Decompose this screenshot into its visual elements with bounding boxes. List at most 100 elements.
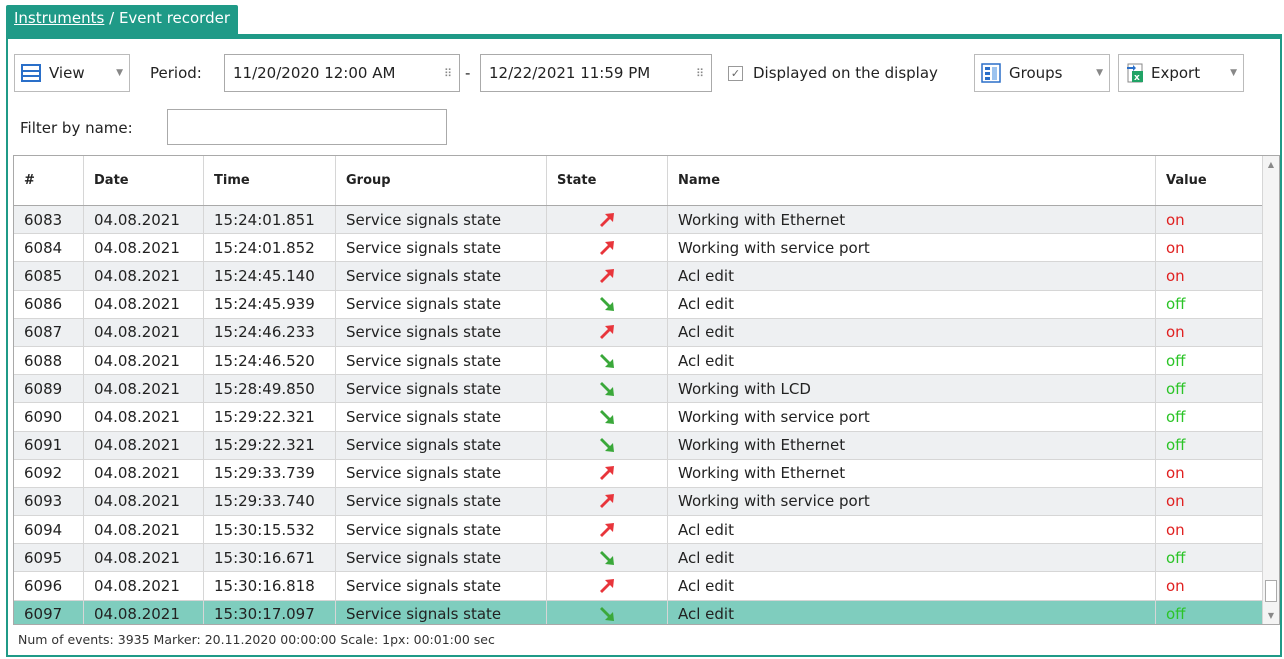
table-row[interactable]: 6095 04.08.2021 15:30:16.671 Service signal…: [14, 544, 1279, 573]
arrow-down-right-icon: [600, 607, 614, 622]
period-to-field[interactable]: 12/22/2021 11:59 PM ⠿: [480, 54, 712, 92]
scroll-up-icon[interactable]: ▲: [1263, 156, 1279, 173]
status-bar: Num of events: 3935 Marker: 20.11.2020 0…: [18, 632, 495, 647]
view-button-label: View: [49, 64, 85, 82]
vertical-scrollbar[interactable]: ▲ ▼: [1262, 156, 1279, 624]
cell-group: Service signals state: [336, 234, 547, 262]
arrow-down-right-icon: [600, 438, 614, 453]
cell-time: 15:24:01.851: [204, 206, 336, 234]
table-row[interactable]: 6085 04.08.2021 15:24:45.140 Service signal…: [14, 262, 1279, 291]
cell-group: Service signals state: [336, 431, 547, 459]
cell-date: 04.08.2021: [84, 290, 204, 318]
table-row[interactable]: 6094 04.08.2021 15:30:15.532 Service signal…: [14, 516, 1279, 545]
table-row[interactable]: 6097 04.08.2021 15:30:17.097 Service signal…: [14, 600, 1279, 624]
cell-date: 04.08.2021: [84, 572, 204, 600]
calendar-icon[interactable]: ⠿: [444, 67, 452, 80]
arrow-up-right-icon: [600, 240, 614, 255]
period-dash: -: [465, 64, 471, 82]
cell-value: off: [1156, 403, 1266, 431]
cell-time: 15:29:33.739: [204, 459, 336, 487]
table-row[interactable]: 6093 04.08.2021 15:29:33.740 Service signal…: [14, 487, 1279, 517]
cell-name: Working with Ethernet: [668, 206, 1156, 234]
cell-name: Acl edit: [668, 290, 1156, 318]
cell-group: Service signals state: [336, 318, 547, 346]
scroll-down-icon[interactable]: ▼: [1263, 607, 1279, 624]
column-header-value[interactable]: Value: [1156, 156, 1266, 205]
breadcrumb-link-instruments[interactable]: Instruments: [14, 9, 104, 27]
column-header-name[interactable]: Name: [668, 156, 1156, 205]
arrow-down-right-icon: [600, 297, 614, 312]
cell-value: on: [1156, 318, 1266, 346]
chevron-down-icon: ▼: [116, 68, 123, 78]
cell-state: [547, 431, 668, 459]
cell-num: 6086: [14, 290, 84, 318]
groups-icon: [981, 63, 1001, 83]
cell-time: 15:29:33.740: [204, 487, 336, 516]
table-row[interactable]: 6088 04.08.2021 15:24:46.520 Service signal…: [14, 346, 1279, 376]
table-row[interactable]: 6086 04.08.2021 15:24:45.939 Service signal…: [14, 290, 1279, 319]
table-row[interactable]: 6096 04.08.2021 15:30:16.818 Service signal…: [14, 572, 1279, 601]
table-row[interactable]: 6087 04.08.2021 15:24:46.233 Service signal…: [14, 318, 1279, 347]
cell-date: 04.08.2021: [84, 487, 204, 516]
cell-name: Working with Ethernet: [668, 431, 1156, 459]
chevron-down-icon: ▼: [1230, 68, 1237, 78]
cell-value: off: [1156, 544, 1266, 572]
scrollbar-thumb[interactable]: [1265, 580, 1277, 602]
cell-time: 15:30:17.097: [204, 600, 336, 624]
cell-value: on: [1156, 516, 1266, 544]
table-row[interactable]: 6092 04.08.2021 15:29:33.739 Service signal…: [14, 459, 1279, 488]
arrow-down-right-icon: [600, 381, 614, 396]
cell-group: Service signals state: [336, 459, 547, 487]
view-button[interactable]: View ▼: [14, 54, 130, 92]
period-to-value: 12/22/2021 11:59 PM: [489, 64, 651, 82]
cell-state: [547, 572, 668, 600]
cell-date: 04.08.2021: [84, 459, 204, 487]
filter-name-input[interactable]: [167, 109, 447, 145]
cell-time: 15:29:22.321: [204, 431, 336, 459]
cell-group: Service signals state: [336, 403, 547, 431]
cell-group: Service signals state: [336, 375, 547, 403]
cell-num: 6097: [14, 600, 84, 624]
event-recorder-panel: View ▼ Period: 11/20/2020 12:00 AM ⠿ - 1…: [6, 34, 1282, 657]
table-row[interactable]: 6090 04.08.2021 15:29:22.321 Service signal…: [14, 403, 1279, 432]
table-row[interactable]: 6091 04.08.2021 15:29:22.321 Service signal…: [14, 431, 1279, 460]
cell-state: [547, 459, 668, 487]
cell-num: 6084: [14, 234, 84, 262]
displayed-label: Displayed on the display: [753, 64, 938, 82]
cell-group: Service signals state: [336, 262, 547, 290]
cell-date: 04.08.2021: [84, 262, 204, 290]
cell-time: 15:30:15.532: [204, 516, 336, 544]
table-row[interactable]: 6089 04.08.2021 15:28:49.850 Service signal…: [14, 375, 1279, 404]
checkmark-icon[interactable]: ✓: [728, 65, 743, 81]
column-header-state[interactable]: State: [547, 156, 668, 205]
cell-date: 04.08.2021: [84, 600, 204, 624]
arrow-down-right-icon: [600, 550, 614, 565]
cell-value: off: [1156, 375, 1266, 403]
cell-name: Acl edit: [668, 346, 1156, 375]
cell-state: [547, 262, 668, 290]
period-from-field[interactable]: 11/20/2020 12:00 AM ⠿: [224, 54, 460, 92]
export-button-label: Export: [1151, 64, 1201, 82]
calendar-icon[interactable]: ⠿: [696, 67, 704, 80]
column-header-date[interactable]: Date: [84, 156, 204, 205]
cell-date: 04.08.2021: [84, 375, 204, 403]
table-row[interactable]: 6083 04.08.2021 15:24:01.851 Service signal…: [14, 206, 1279, 235]
cell-date: 04.08.2021: [84, 544, 204, 572]
cell-value: on: [1156, 572, 1266, 600]
column-header-group[interactable]: Group: [336, 156, 547, 205]
export-button[interactable]: x Export ▼: [1118, 54, 1244, 92]
cell-date: 04.08.2021: [84, 318, 204, 346]
cell-state: [547, 403, 668, 431]
cell-state: [547, 234, 668, 262]
displayed-checkbox[interactable]: ✓ Displayed on the display: [728, 54, 938, 92]
column-header-time[interactable]: Time: [204, 156, 336, 205]
table-row[interactable]: 6084 04.08.2021 15:24:01.852 Service signal…: [14, 234, 1279, 263]
column-header-num[interactable]: #: [14, 156, 84, 205]
cell-num: 6083: [14, 206, 84, 234]
groups-button[interactable]: Groups ▼: [974, 54, 1110, 92]
arrow-up-right-icon: [600, 579, 614, 594]
cell-group: Service signals state: [336, 346, 547, 375]
cell-date: 04.08.2021: [84, 234, 204, 262]
arrow-down-right-icon: [600, 409, 614, 424]
period-label: Period:: [150, 64, 202, 82]
